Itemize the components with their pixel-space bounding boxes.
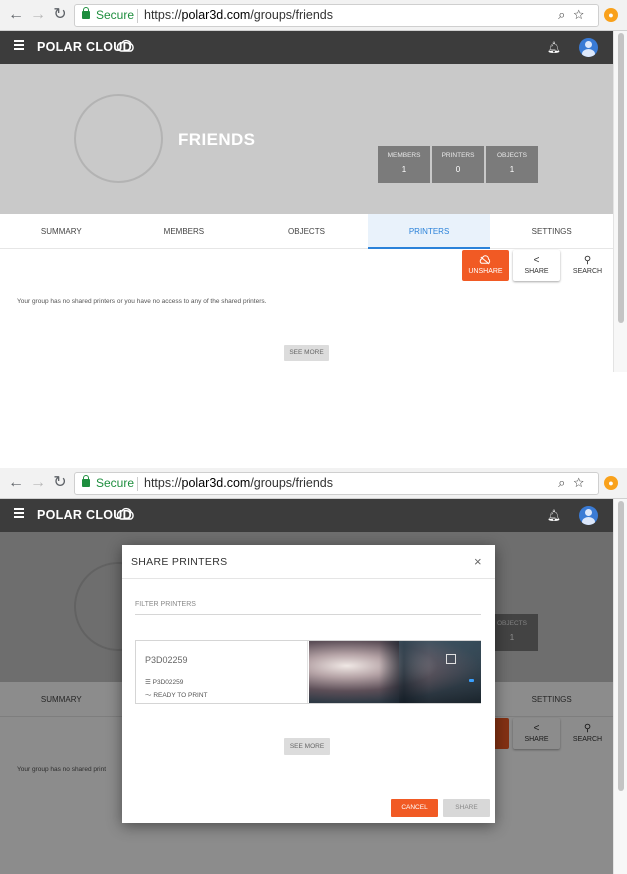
serial-icon: ☰ bbox=[145, 679, 153, 686]
lock-icon bbox=[82, 475, 90, 487]
notification-bell-icon[interactable]: 🔔︎ bbox=[547, 41, 561, 54]
omnibox-separator bbox=[137, 9, 138, 23]
cloud-logo-icon bbox=[116, 39, 134, 52]
zoom-and-bookmark-icons[interactable]: ⌕☆ bbox=[558, 475, 592, 491]
group-banner: FRIENDS MEMBERS 1 PRINTERS 0 OBJECTS 1 bbox=[0, 64, 613, 214]
share-icon: < bbox=[533, 255, 540, 266]
browser-toolbar: ← → ↻ Secure https://polar3d.com/groups/… bbox=[0, 468, 627, 499]
cloud-off-icon bbox=[479, 255, 491, 265]
no-printers-message: Your group has no shared printers or you… bbox=[17, 298, 267, 305]
back-arrow-icon[interactable]: ← bbox=[6, 473, 26, 493]
share-button[interactable]: < SHARE bbox=[513, 250, 560, 281]
notification-bell-icon[interactable]: 🔔︎ bbox=[547, 509, 561, 522]
printer-info: P3D02259 ☰ P3D02259 〜 READY TO PRINT bbox=[136, 641, 308, 703]
printer-indicator bbox=[469, 679, 474, 682]
secure-label: Secure bbox=[96, 476, 135, 490]
see-more-button[interactable]: SEE MORE bbox=[284, 345, 329, 361]
extension-icon[interactable]: ● bbox=[604, 8, 618, 22]
user-avatar[interactable] bbox=[579, 506, 598, 525]
browser-toolbar: ← → ↻ Secure https://polar3d.com/groups/… bbox=[0, 0, 627, 31]
scrollbar-thumb[interactable] bbox=[618, 33, 624, 323]
share-printers-dialog: SHARE PRINTERS × FILTER PRINTERS P3D0225… bbox=[122, 545, 495, 823]
search-label: SEARCH bbox=[572, 268, 603, 275]
group-stats: MEMBERS 1 PRINTERS 0 OBJECTS 1 bbox=[378, 146, 538, 183]
screenshot-gap bbox=[0, 372, 627, 468]
secure-label: Secure bbox=[96, 8, 135, 22]
printer-serial: ☰ P3D02259 bbox=[145, 679, 184, 686]
dialog-title: SHARE PRINTERS bbox=[131, 556, 228, 568]
address-bar[interactable]: Secure https://polar3d.com/groups/friend… bbox=[74, 472, 599, 495]
dialog-divider bbox=[122, 578, 495, 579]
forward-arrow-icon[interactable]: → bbox=[28, 5, 48, 25]
extension-icon[interactable]: ● bbox=[604, 476, 618, 490]
tab-members[interactable]: MEMBERS bbox=[123, 214, 246, 248]
group-tabs: SUMMARY MEMBERS OBJECTS PRINTERS SETTING… bbox=[0, 214, 613, 249]
user-avatar[interactable] bbox=[579, 38, 598, 57]
tab-printers[interactable]: PRINTERS bbox=[367, 214, 491, 249]
url-text: https://polar3d.com/groups/friends bbox=[144, 8, 334, 22]
lock-icon bbox=[82, 7, 90, 19]
cloud-logo-icon bbox=[116, 507, 134, 520]
printer-status: 〜 READY TO PRINT bbox=[145, 692, 208, 699]
omnibox-separator bbox=[137, 477, 138, 491]
printer-name: P3D02259 bbox=[145, 655, 188, 665]
menu-icon[interactable] bbox=[14, 40, 24, 52]
reload-icon[interactable]: ↻ bbox=[50, 5, 70, 25]
stat-objects: OBJECTS 1 bbox=[486, 146, 538, 183]
tab-objects[interactable]: OBJECTS bbox=[245, 214, 368, 248]
dialog-see-more-button[interactable]: SEE MORE bbox=[284, 738, 330, 755]
tab-summary[interactable]: SUMMARY bbox=[0, 214, 123, 248]
page-scrollbar[interactable] bbox=[613, 499, 627, 874]
filter-printers-input[interactable]: FILTER PRINTERS bbox=[135, 601, 481, 615]
search-button[interactable]: ⚲ SEARCH bbox=[564, 250, 611, 281]
printer-select-checkbox[interactable] bbox=[446, 654, 456, 664]
cancel-button[interactable]: CANCEL bbox=[391, 799, 438, 817]
app-header: POLAR CLOUD 🔔︎ bbox=[0, 499, 613, 532]
menu-icon[interactable] bbox=[14, 508, 24, 520]
share-label: SHARE bbox=[524, 268, 549, 275]
stat-members: MEMBERS 1 bbox=[378, 146, 430, 183]
zoom-and-bookmark-icons[interactable]: ⌕☆ bbox=[558, 7, 592, 23]
stat-printers: PRINTERS 0 bbox=[432, 146, 484, 183]
page-scrollbar[interactable] bbox=[613, 31, 627, 372]
close-icon[interactable]: × bbox=[474, 554, 482, 569]
back-arrow-icon[interactable]: ← bbox=[6, 5, 26, 25]
dialog-share-button[interactable]: SHARE bbox=[443, 799, 490, 817]
group-image-placeholder bbox=[74, 94, 163, 183]
forward-arrow-icon[interactable]: → bbox=[28, 473, 48, 493]
search-icon: ⚲ bbox=[583, 255, 592, 266]
group-title: FRIENDS bbox=[178, 130, 256, 149]
app-header: POLAR CLOUD 🔔︎ bbox=[0, 31, 613, 64]
address-bar[interactable]: Secure https://polar3d.com/groups/friend… bbox=[74, 4, 599, 27]
tab-settings[interactable]: SETTINGS bbox=[490, 214, 613, 248]
scrollbar-thumb[interactable] bbox=[618, 501, 624, 791]
screenshot-share-printers-modal: ← → ↻ Secure https://polar3d.com/groups/… bbox=[0, 468, 627, 874]
screenshot-printers-tab: ← → ↻ Secure https://polar3d.com/groups/… bbox=[0, 0, 627, 372]
unshare-label: UNSHARE bbox=[468, 268, 503, 275]
printer-camera-image bbox=[309, 641, 481, 703]
unshare-button[interactable]: UNSHARE bbox=[462, 250, 509, 281]
reload-icon[interactable]: ↻ bbox=[50, 473, 70, 493]
printer-card[interactable]: P3D02259 ☰ P3D02259 〜 READY TO PRINT bbox=[135, 640, 481, 704]
url-text: https://polar3d.com/groups/friends bbox=[144, 476, 334, 490]
